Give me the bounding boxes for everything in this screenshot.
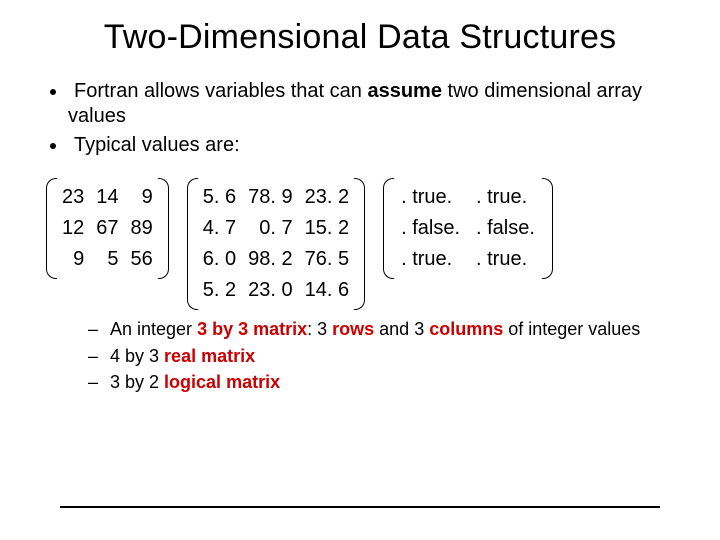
integer-matrix: 23149 126789 9556 bbox=[46, 178, 169, 279]
bracket-left-icon bbox=[383, 178, 394, 279]
table-row: 6. 098. 276. 5 bbox=[197, 244, 355, 275]
cell: . false. bbox=[468, 213, 543, 244]
cell: 4. 7 bbox=[197, 213, 242, 244]
cell: 89 bbox=[125, 213, 159, 244]
cell: 0. 7 bbox=[242, 213, 298, 244]
cell: 76. 5 bbox=[299, 244, 355, 275]
cell: . true. bbox=[468, 244, 543, 275]
sub-bullet-item: An integer 3 by 3 matrix: 3 rows and 3 c… bbox=[110, 318, 680, 341]
table-row: . true.. true. bbox=[393, 244, 543, 275]
text: 3 by 2 bbox=[110, 372, 164, 392]
table-row: . false.. false. bbox=[393, 213, 543, 244]
text: 4 by 3 bbox=[110, 346, 164, 366]
text: : 3 bbox=[307, 319, 332, 339]
cell: 23. 0 bbox=[242, 275, 298, 306]
matrix-table: . true.. true. . false.. false. . true..… bbox=[393, 182, 543, 275]
table-row: 5. 678. 923. 2 bbox=[197, 182, 355, 213]
sub-bullet-item: 4 by 3 real matrix bbox=[110, 345, 680, 368]
text: An integer bbox=[110, 319, 197, 339]
real-matrix: 5. 678. 923. 2 4. 70. 715. 2 6. 098. 276… bbox=[187, 178, 365, 310]
table-row: 5. 223. 014. 6 bbox=[197, 275, 355, 306]
table-row: 23149 bbox=[56, 182, 159, 213]
cell: . true. bbox=[393, 182, 468, 213]
cell: 98. 2 bbox=[242, 244, 298, 275]
cell: 12 bbox=[56, 213, 90, 244]
bullet-item: Typical values are: bbox=[68, 133, 680, 158]
text: Typical values are: bbox=[68, 134, 240, 156]
cell: 9 bbox=[56, 244, 90, 275]
table-row: 126789 bbox=[56, 213, 159, 244]
slide-title: Two-Dimensional Data Structures bbox=[40, 18, 680, 57]
sub-bullet-list: An integer 3 by 3 matrix: 3 rows and 3 c… bbox=[40, 318, 680, 394]
text-red: 3 by 3 matrix bbox=[197, 319, 307, 339]
sub-bullet-item: 3 by 2 logical matrix bbox=[110, 371, 680, 394]
cell: 6. 0 bbox=[197, 244, 242, 275]
cell: 5 bbox=[90, 244, 124, 275]
bracket-left-icon bbox=[46, 178, 57, 279]
logical-matrix: . true.. true. . false.. false. . true..… bbox=[383, 178, 553, 279]
cell: 23 bbox=[56, 182, 90, 213]
bullet-list: Fortran allows variables that can assume… bbox=[40, 79, 680, 158]
cell: . false. bbox=[393, 213, 468, 244]
cell: 9 bbox=[125, 182, 159, 213]
cell: 5. 6 bbox=[197, 182, 242, 213]
text: Fortran allows variables that can bbox=[74, 80, 367, 102]
bracket-left-icon bbox=[187, 178, 198, 310]
table-row: . true.. true. bbox=[393, 182, 543, 213]
text-red: real matrix bbox=[164, 346, 255, 366]
table-row: 9556 bbox=[56, 244, 159, 275]
text: and 3 bbox=[374, 319, 429, 339]
cell: . true. bbox=[393, 244, 468, 275]
matrices-row: 23149 126789 9556 5. 678. 923. 2 4. 70. … bbox=[46, 178, 680, 310]
text-red: rows bbox=[332, 319, 374, 339]
cell: . true. bbox=[468, 182, 543, 213]
bracket-right-icon bbox=[158, 178, 169, 279]
text-bold: assume bbox=[367, 80, 442, 102]
text: of integer values bbox=[503, 319, 640, 339]
horizontal-rule bbox=[60, 506, 660, 508]
cell: 23. 2 bbox=[299, 182, 355, 213]
bracket-right-icon bbox=[542, 178, 553, 279]
text-red: columns bbox=[429, 319, 503, 339]
bullet-item: Fortran allows variables that can assume… bbox=[68, 79, 680, 129]
matrix-table: 23149 126789 9556 bbox=[56, 182, 159, 275]
cell: 15. 2 bbox=[299, 213, 355, 244]
cell: 78. 9 bbox=[242, 182, 298, 213]
text-red: logical matrix bbox=[164, 372, 280, 392]
matrix-table: 5. 678. 923. 2 4. 70. 715. 2 6. 098. 276… bbox=[197, 182, 355, 306]
cell: 67 bbox=[90, 213, 124, 244]
cell: 5. 2 bbox=[197, 275, 242, 306]
cell: 14 bbox=[90, 182, 124, 213]
cell: 14. 6 bbox=[299, 275, 355, 306]
slide: Two-Dimensional Data Structures Fortran … bbox=[0, 0, 720, 540]
bracket-right-icon bbox=[354, 178, 365, 310]
cell: 56 bbox=[125, 244, 159, 275]
table-row: 4. 70. 715. 2 bbox=[197, 213, 355, 244]
